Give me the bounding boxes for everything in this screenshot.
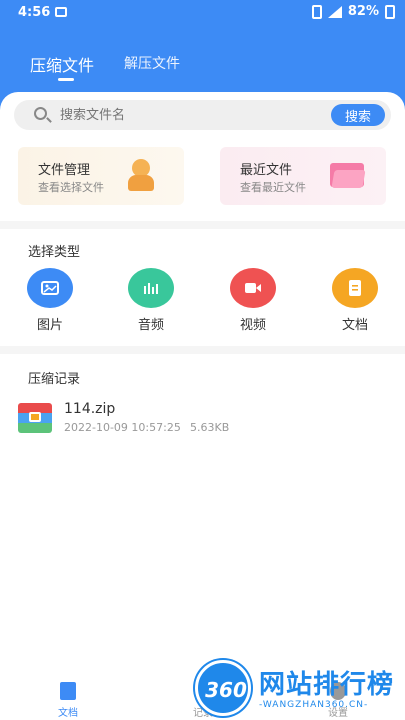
type-label: 文档 [341, 318, 368, 333]
battery-icon [385, 4, 395, 19]
type-label: 音频 [137, 318, 164, 333]
type-video[interactable]: 视频 [223, 268, 283, 333]
card-subtitle: 查看选择文件 [38, 181, 104, 194]
watermark-logo: 360 [195, 660, 251, 716]
watermark-sub: -WANGZHAN360.CN- [259, 700, 369, 710]
folder-icon [330, 163, 366, 189]
vibrate-icon [311, 4, 322, 19]
image-icon [27, 268, 73, 308]
person-icon [128, 159, 154, 191]
type-audio[interactable]: 音频 [121, 268, 181, 333]
divider [0, 346, 405, 354]
status-right: 82% [311, 4, 395, 19]
watermark: 360 网站排行榜 -WANGZHAN360.CN- [195, 660, 405, 720]
tab-decompress[interactable]: 解压文件 [124, 53, 180, 76]
type-section-title: 选择类型 [28, 245, 81, 260]
card-title: 文件管理 [38, 163, 91, 178]
recent-files-card[interactable]: 最近文件 查看最近文件 [220, 147, 386, 205]
battery-percent: 82% [347, 4, 379, 19]
zip-icon [18, 403, 52, 433]
video-icon [230, 268, 276, 308]
divider [0, 221, 405, 229]
audio-icon [128, 268, 174, 308]
watermark-text: 网站排行榜 [259, 670, 395, 700]
file-manager-card[interactable]: 文件管理 查看选择文件 [18, 147, 184, 205]
record-size: 5.63KB [190, 421, 230, 434]
status-time: 4:56 [18, 5, 51, 20]
watermark-logo-text: 360 [205, 678, 247, 702]
card-subtitle: 查看最近文件 [240, 181, 306, 194]
search-icon [34, 107, 47, 120]
record-item[interactable]: 114.zip 2022-10-09 10:57:25 5.63KB [18, 400, 388, 440]
type-image[interactable]: 图片 [20, 268, 80, 333]
tab-bar: 压缩文件 解压文件 [30, 52, 180, 81]
document-icon [60, 682, 76, 700]
search-input[interactable] [60, 105, 330, 125]
record-name: 114.zip [64, 401, 116, 417]
type-document[interactable]: 文档 [325, 268, 385, 333]
image-notification-icon [55, 7, 67, 17]
status-bar: 4:56 82% [0, 0, 405, 26]
record-date: 2022-10-09 10:57:25 [64, 421, 181, 434]
tab-compress[interactable]: 压缩文件 [30, 52, 94, 81]
document-icon [332, 268, 378, 308]
type-label: 视频 [239, 318, 266, 333]
search-bar: 搜索 [14, 100, 391, 130]
search-button[interactable]: 搜索 [331, 104, 385, 126]
nav-label: 文档 [58, 708, 78, 719]
nav-document[interactable]: 文档 [43, 682, 93, 719]
records-section-title: 压缩记录 [28, 372, 81, 387]
signal-icon [327, 5, 342, 18]
card-title: 最近文件 [240, 163, 293, 178]
type-label: 图片 [36, 318, 63, 333]
